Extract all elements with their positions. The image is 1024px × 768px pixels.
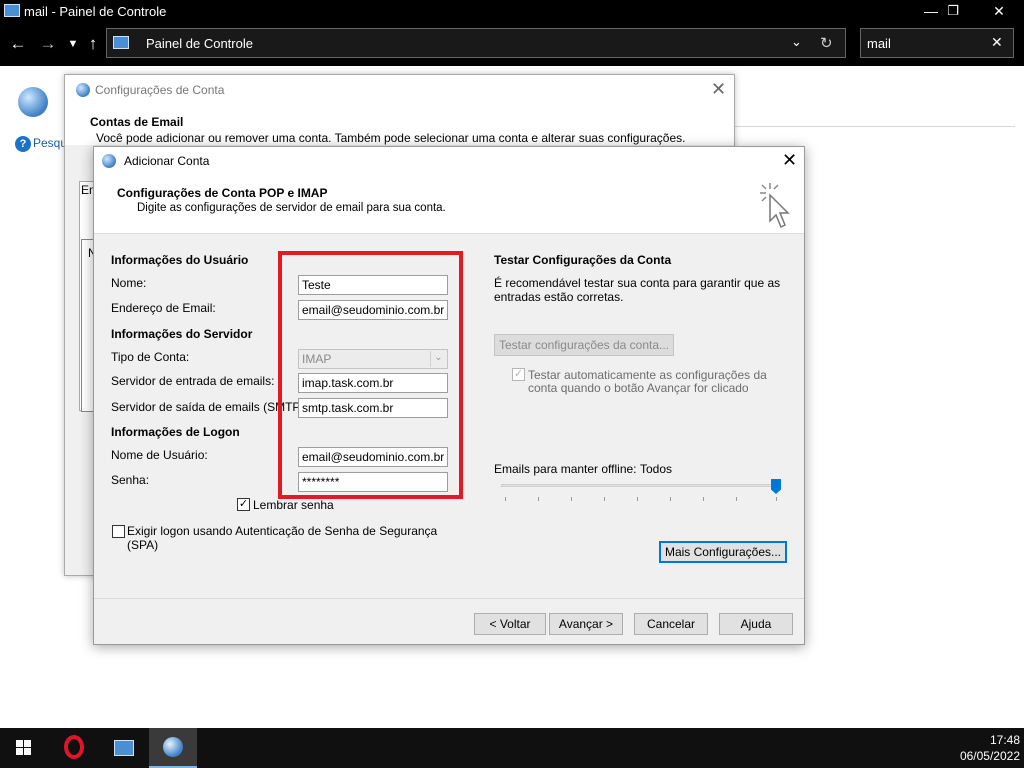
mail-icon bbox=[76, 83, 90, 97]
username-label: Nome de Usuário: bbox=[111, 448, 208, 462]
email-label: Endereço de Email: bbox=[111, 301, 216, 315]
dialog-heading: Contas de Email bbox=[90, 115, 184, 129]
address-bar[interactable]: Painel de Controle ⌄ bbox=[106, 28, 846, 58]
cursor-sparkle-icon bbox=[760, 183, 790, 229]
spa-label-line1: Exigir logon usando Autenticação de Senh… bbox=[127, 524, 438, 538]
slider-tick bbox=[637, 497, 638, 501]
spa-label-line2: (SPA) bbox=[127, 538, 159, 552]
control-panel-icon[interactable] bbox=[100, 728, 148, 768]
dialog-title: Adicionar Conta bbox=[124, 154, 210, 168]
spa-checkbox[interactable] bbox=[112, 525, 125, 538]
clock-date: 06/05/2022 bbox=[959, 749, 1020, 763]
help-button[interactable]: Ajuda bbox=[719, 613, 793, 635]
window-title: mail - Painel de Controle bbox=[24, 4, 167, 19]
auto-test-label-line1: Testar automaticamente as configurações … bbox=[528, 368, 767, 382]
back-arrow-icon[interactable]: ← bbox=[7, 33, 29, 55]
auto-test-checkbox[interactable]: ✓ bbox=[512, 368, 525, 381]
close-icon[interactable]: ✕ bbox=[976, 0, 1022, 24]
close-icon[interactable]: ✕ bbox=[782, 150, 797, 171]
search-help-link[interactable]: Pesqu bbox=[33, 136, 67, 150]
clock-time: 17:48 bbox=[989, 733, 1020, 747]
slider-tick bbox=[736, 497, 737, 501]
refresh-icon[interactable]: ↻ bbox=[820, 34, 833, 52]
test-description-line1: É recomendável testar sua conta para gar… bbox=[494, 276, 781, 290]
search-input[interactable]: mail ✕ bbox=[860, 28, 1014, 58]
slider-tick bbox=[505, 497, 506, 501]
dialog-header: Adicionar Conta ✕ Configurações de Conta… bbox=[94, 147, 804, 234]
slider-tick bbox=[571, 497, 572, 501]
windows-start-icon[interactable] bbox=[0, 728, 48, 768]
help-icon[interactable]: ? bbox=[15, 136, 31, 152]
test-settings-button[interactable]: Testar configurações da conta... bbox=[494, 334, 674, 356]
search-value: mail bbox=[867, 36, 891, 51]
address-dropdown-icon[interactable]: ⌄ bbox=[791, 34, 802, 50]
restore-icon[interactable]: ❐ bbox=[930, 0, 976, 24]
test-settings-title: Testar Configurações da Conta bbox=[494, 253, 672, 267]
dialog-description: Digite as configurações de servidor de e… bbox=[137, 202, 446, 214]
up-arrow-icon[interactable]: ↑ bbox=[82, 33, 104, 55]
incoming-server-label: Servidor de entrada de emails: bbox=[111, 374, 275, 388]
dialog-header: Configurações de Conta ✕ Contas de Email… bbox=[65, 75, 734, 145]
control-panel-icon bbox=[113, 36, 129, 49]
offline-slider-track[interactable] bbox=[501, 484, 777, 487]
mail-icon[interactable] bbox=[18, 87, 48, 117]
control-panel-icon bbox=[4, 4, 20, 17]
password-label: Senha: bbox=[111, 473, 150, 487]
auto-test-label-line2: conta quando o botão Avançar for clicado bbox=[528, 381, 749, 395]
user-info-title: Informações do Usuário bbox=[111, 253, 249, 267]
remember-password-label: Lembrar senha bbox=[253, 498, 334, 512]
divider bbox=[735, 126, 1015, 127]
slider-tick bbox=[776, 497, 777, 501]
logon-info-title: Informações de Logon bbox=[111, 425, 240, 439]
clock[interactable]: 17:48 06/05/2022 bbox=[924, 732, 1020, 764]
slider-tick bbox=[670, 497, 671, 501]
offline-label: Emails para manter offline: bbox=[494, 462, 637, 476]
taskbar: 17:48 06/05/2022 bbox=[0, 728, 1024, 768]
mail-icon[interactable] bbox=[149, 728, 197, 768]
slider-tick bbox=[604, 497, 605, 501]
recent-chevron-icon[interactable]: ▼ bbox=[62, 33, 84, 55]
account-type-label: Tipo de Conta: bbox=[111, 350, 190, 364]
title-bar: mail - Painel de Controle — ❐ ✕ bbox=[0, 0, 1024, 24]
test-description-line2: entradas estão corretas. bbox=[494, 290, 624, 304]
footer-divider bbox=[94, 598, 804, 599]
more-settings-button[interactable]: Mais Configurações... bbox=[659, 541, 787, 563]
slider-tick bbox=[703, 497, 704, 501]
server-info-title: Informações do Servidor bbox=[111, 327, 253, 341]
back-button[interactable]: < Voltar bbox=[474, 613, 546, 635]
slider-tick bbox=[538, 497, 539, 501]
opera-icon[interactable] bbox=[50, 728, 98, 768]
dialog-description: Você pode adicionar ou remover uma conta… bbox=[96, 131, 686, 145]
cancel-button[interactable]: Cancelar bbox=[634, 613, 708, 635]
dialog-title: Configurações de Conta bbox=[95, 83, 225, 97]
mail-icon bbox=[102, 154, 116, 168]
remember-password-checkbox[interactable]: ✓ bbox=[237, 498, 250, 511]
close-icon[interactable]: ✕ bbox=[711, 79, 726, 100]
forward-arrow-icon[interactable]: → bbox=[37, 33, 59, 55]
address-text: Painel de Controle bbox=[146, 36, 253, 51]
dialog-heading: Configurações de Conta POP e IMAP bbox=[117, 186, 328, 200]
highlight-box bbox=[278, 251, 463, 499]
next-button[interactable]: Avançar > bbox=[549, 613, 623, 635]
name-label: Nome: bbox=[111, 276, 147, 290]
clear-search-icon[interactable]: ✕ bbox=[991, 34, 1003, 51]
navigation-bar: ← → ▼ ↑ Painel de Controle ⌄ ↻ mail ✕ bbox=[0, 24, 1024, 66]
offline-value: Todos bbox=[640, 462, 673, 476]
